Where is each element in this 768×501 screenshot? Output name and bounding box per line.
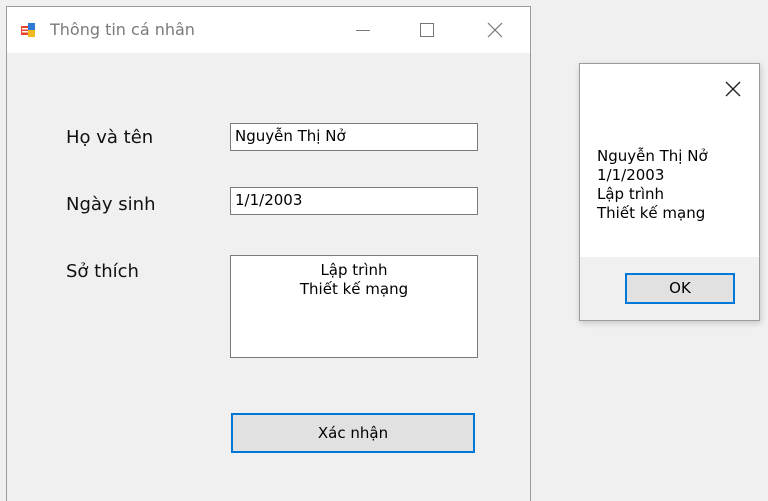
title-bar[interactable]: Thông tin cá nhân <box>7 7 530 53</box>
name-label: Họ và tên <box>66 127 154 148</box>
close-icon <box>725 81 741 97</box>
list-item[interactable]: Lập trình <box>231 261 477 280</box>
message-line: 1/1/2003 <box>597 166 665 184</box>
ok-button[interactable]: OK <box>625 273 735 304</box>
form-app-icon <box>20 22 36 38</box>
minimize-icon <box>356 30 370 31</box>
birthdate-label: Ngày sinh <box>66 194 156 215</box>
message-box: Nguyễn Thị Nở 1/1/2003 Lập trình Thiết k… <box>579 63 760 321</box>
message-text: Nguyễn Thị Nở 1/1/2003 Lập trình Thiết k… <box>597 147 708 223</box>
maximize-button[interactable] <box>404 7 450 53</box>
hobbies-listbox[interactable]: Lập trình Thiết kế mạng <box>230 255 478 358</box>
close-button[interactable] <box>472 7 518 53</box>
main-window: Thông tin cá nhân Họ và tên Ngày sinh Sở… <box>6 6 531 501</box>
confirm-button[interactable]: Xác nhận <box>231 413 475 453</box>
name-field[interactable]: Nguyễn Thị Nở <box>230 123 478 151</box>
window-title: Thông tin cá nhân <box>50 20 195 39</box>
maximize-icon <box>420 23 434 37</box>
message-footer: OK <box>580 257 759 320</box>
message-line: Thiết kế mạng <box>597 204 706 222</box>
message-close-button[interactable] <box>722 78 744 100</box>
minimize-button[interactable] <box>340 7 386 53</box>
message-line: Nguyễn Thị Nở <box>597 147 708 165</box>
message-line: Lập trình <box>597 185 665 203</box>
hobbies-label: Sở thích <box>66 261 139 282</box>
close-icon <box>487 22 503 38</box>
birthdate-field[interactable]: 1/1/2003 <box>230 187 478 215</box>
list-item[interactable]: Thiết kế mạng <box>231 280 477 299</box>
